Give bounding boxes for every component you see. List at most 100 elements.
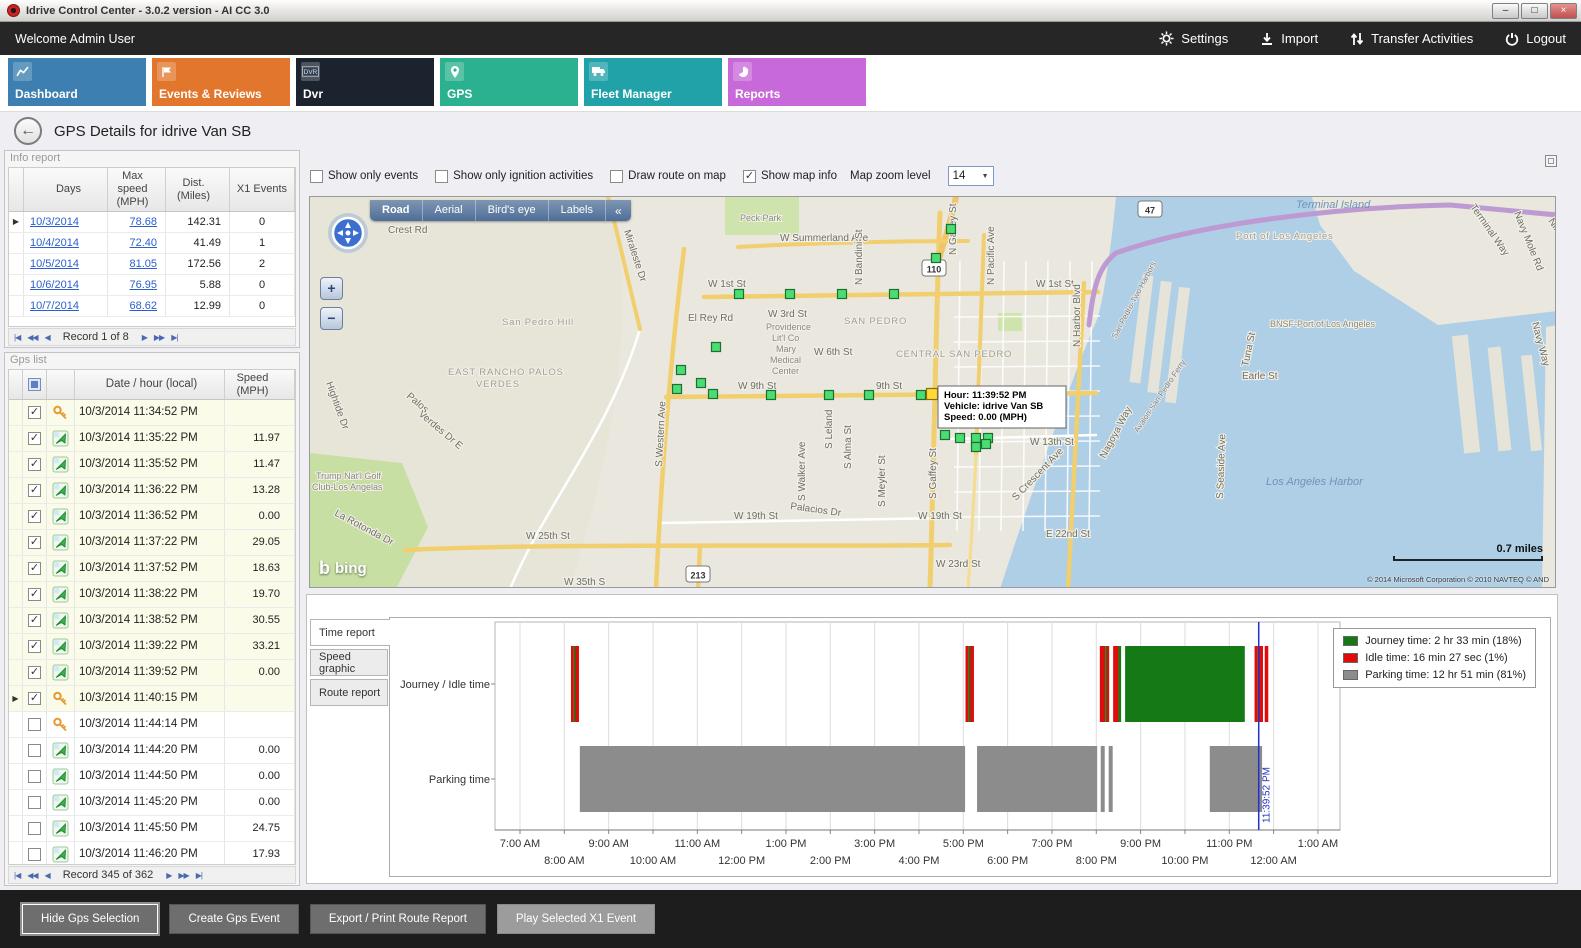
gps-list-row[interactable]: 10/3/2014 11:44:14 PM — [9, 712, 295, 738]
column-header[interactable]: Max speed (MPH) — [108, 168, 166, 211]
gps-list-row[interactable]: ✓10/3/2014 11:36:22 PM13.28 — [9, 478, 295, 504]
pager-button[interactable]: ▶▶ — [178, 871, 188, 880]
pager-button[interactable]: ◀◀ — [27, 333, 37, 342]
gps-list-row[interactable]: ✓10/3/2014 11:36:52 PM0.00 — [9, 504, 295, 530]
map-style-labels[interactable]: Labels — [549, 200, 606, 221]
row-checkbox[interactable] — [28, 718, 41, 731]
minimize-button[interactable]: – — [1492, 3, 1519, 19]
gps-list-row[interactable]: ▶✓10/3/2014 11:40:15 PM — [9, 686, 295, 712]
gps-list-row[interactable]: ✓10/3/2014 11:38:22 PM19.70 — [9, 582, 295, 608]
row-checkbox[interactable]: ✓ — [28, 484, 41, 497]
pager-button[interactable]: ▶▶ — [154, 333, 164, 342]
tab-reports[interactable]: Reports — [728, 58, 866, 106]
day-link[interactable]: 10/4/2014 — [30, 237, 79, 249]
column-header[interactable]: X1 Events — [230, 168, 295, 211]
max-speed-link[interactable]: 76.95 — [129, 279, 157, 291]
gps-list-row[interactable]: 10/3/2014 11:45:20 PM0.00 — [9, 790, 295, 816]
route-marker[interactable] — [673, 385, 682, 394]
logout-button[interactable]: Logout — [1505, 31, 1566, 46]
close-button[interactable]: × — [1550, 3, 1577, 19]
tab-route-report[interactable]: Route report — [310, 679, 388, 706]
tab-time-report[interactable]: Time report — [310, 619, 390, 646]
row-checkbox[interactable]: ✓ — [28, 692, 41, 705]
option-show-map-info[interactable]: ✓Show map info — [743, 170, 837, 183]
pager-button[interactable]: ▶ — [142, 333, 147, 342]
route-marker[interactable] — [972, 443, 981, 452]
pager-button[interactable]: ▶| — [196, 871, 202, 880]
selected-route-marker[interactable] — [927, 389, 938, 400]
gps-list-row[interactable]: ✓10/3/2014 11:37:52 PM18.63 — [9, 556, 295, 582]
gps-list-row[interactable]: 10/3/2014 11:44:20 PM0.00 — [9, 738, 295, 764]
route-marker[interactable] — [941, 431, 950, 440]
gps-list-row[interactable]: ✓10/3/2014 11:34:52 PM — [9, 400, 295, 426]
route-marker[interactable] — [712, 343, 721, 352]
pager-button[interactable]: ▶| — [171, 333, 177, 342]
map-style-aerial[interactable]: Aerial — [423, 200, 476, 221]
max-speed-link[interactable]: 68.62 — [129, 300, 157, 312]
select-all-icon[interactable] — [23, 370, 47, 399]
zoom-in-button[interactable]: + — [320, 277, 343, 300]
row-checkbox[interactable] — [28, 770, 41, 783]
row-checkbox[interactable]: ✓ — [28, 432, 41, 445]
tab-speed-graphic[interactable]: Speed graphic — [310, 649, 388, 676]
gps-list-row[interactable]: ✓10/3/2014 11:39:52 PM0.00 — [9, 660, 295, 686]
map-style-road[interactable]: Road — [370, 200, 423, 221]
info-report-row[interactable]: 10/4/201472.4041.491 — [9, 233, 295, 254]
route-marker[interactable] — [825, 391, 834, 400]
route-marker[interactable] — [767, 391, 776, 400]
column-header[interactable]: Days — [24, 168, 108, 211]
route-marker[interactable] — [697, 379, 706, 388]
transfer-activities-button[interactable]: Transfer Activities — [1350, 31, 1473, 46]
checkbox-icon[interactable]: ✓ — [743, 170, 756, 183]
option-show-only-ignition-activities[interactable]: Show only ignition activities — [435, 170, 593, 183]
gps-list-row[interactable]: 10/3/2014 11:46:20 PM17.93 — [9, 842, 295, 865]
pager-button[interactable]: ◀ — [45, 333, 50, 342]
gps-list-row[interactable]: 10/3/2014 11:44:50 PM0.00 — [9, 764, 295, 790]
collapse-nav-button[interactable]: « — [606, 204, 631, 218]
column-header[interactable]: Speed (MPH) — [225, 370, 295, 399]
max-speed-link[interactable]: 72.40 — [129, 237, 157, 249]
settings-button[interactable]: Settings — [1159, 31, 1228, 46]
map-compass-control[interactable] — [326, 211, 370, 255]
tab-events-reviews[interactable]: Events & Reviews — [152, 58, 290, 106]
map[interactable]: Crest RdPeck ParkW Summerland AveMirales… — [309, 196, 1556, 588]
pager-button[interactable]: ◀◀ — [27, 871, 37, 880]
info-report-row[interactable]: 10/5/201481.05172.562 — [9, 254, 295, 275]
route-marker[interactable] — [709, 390, 718, 399]
play-selected-x1-event-button[interactable]: Play Selected X1 Event — [497, 904, 655, 934]
route-marker[interactable] — [865, 391, 874, 400]
collapse-map-panel-button[interactable] — [1545, 155, 1557, 167]
route-marker[interactable] — [677, 366, 686, 375]
row-checkbox[interactable]: ✓ — [28, 458, 41, 471]
route-marker[interactable] — [982, 440, 991, 449]
pager-button[interactable]: ▶ — [166, 871, 171, 880]
pager-button[interactable]: |◀ — [14, 333, 20, 342]
row-checkbox[interactable]: ✓ — [28, 510, 41, 523]
map-zoom-select[interactable]: 14▼ — [948, 166, 994, 186]
gps-list-row[interactable]: ✓10/3/2014 11:37:22 PM29.05 — [9, 530, 295, 556]
day-link[interactable]: 10/5/2014 — [30, 258, 79, 270]
gps-list-row[interactable]: ✓10/3/2014 11:39:22 PM33.21 — [9, 634, 295, 660]
option-draw-route-on-map[interactable]: Draw route on map — [610, 170, 726, 183]
route-marker[interactable] — [735, 290, 744, 299]
row-checkbox[interactable] — [28, 796, 41, 809]
row-checkbox[interactable]: ✓ — [28, 588, 41, 601]
gps-list-row[interactable]: ✓10/3/2014 11:35:52 PM11.47 — [9, 452, 295, 478]
route-marker[interactable] — [917, 391, 926, 400]
route-marker[interactable] — [890, 290, 899, 299]
row-checkbox[interactable]: ✓ — [28, 536, 41, 549]
info-report-row[interactable]: 10/7/201468.6212.990 — [9, 296, 295, 317]
tab-fleet-manager[interactable]: Fleet Manager — [584, 58, 722, 106]
export-print-route-report-button[interactable]: Export / Print Route Report — [310, 904, 486, 934]
pager-button[interactable]: |◀ — [14, 871, 20, 880]
route-marker[interactable] — [838, 290, 847, 299]
row-checkbox[interactable]: ✓ — [28, 640, 41, 653]
max-speed-link[interactable]: 81.05 — [129, 258, 157, 270]
row-checkbox[interactable]: ✓ — [28, 562, 41, 575]
checkbox-icon[interactable] — [310, 170, 323, 183]
route-marker[interactable] — [956, 434, 965, 443]
hide-gps-selection-button[interactable]: Hide Gps Selection — [22, 904, 158, 934]
column-header[interactable]: Date / hour (local) — [75, 370, 225, 399]
zoom-out-button[interactable]: − — [320, 307, 343, 330]
option-show-only-events[interactable]: Show only events — [310, 170, 418, 183]
